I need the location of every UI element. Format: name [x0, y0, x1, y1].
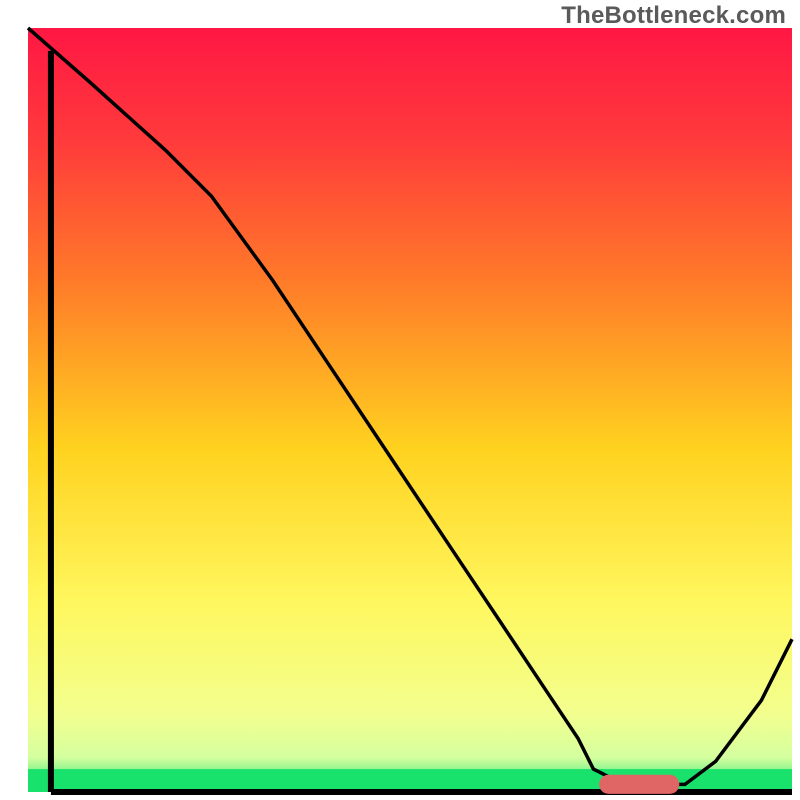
- bottleneck-chart: [0, 0, 800, 800]
- chart-container: TheBottleneck.com: [0, 0, 800, 800]
- watermark-text: TheBottleneck.com: [561, 2, 786, 30]
- plot-background: [28, 28, 792, 792]
